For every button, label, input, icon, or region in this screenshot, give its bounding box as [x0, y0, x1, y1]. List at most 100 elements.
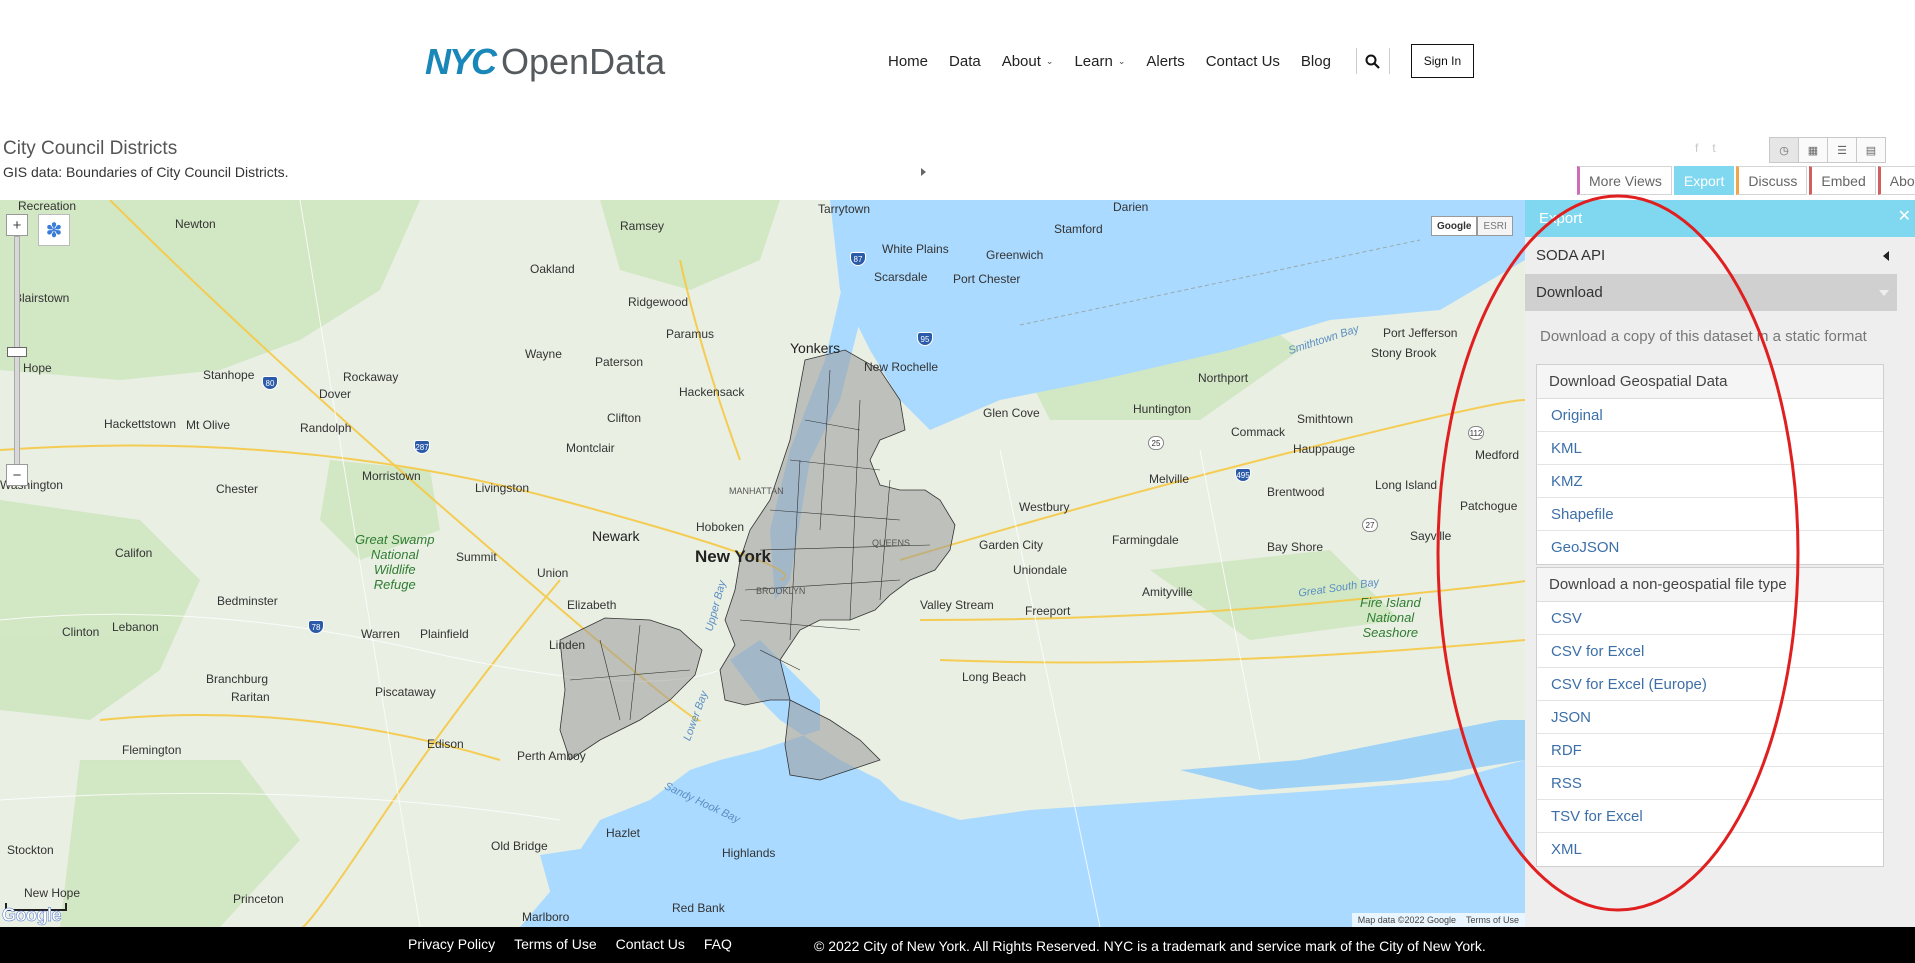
map-label-highlands: Highlands — [722, 846, 776, 860]
map-view[interactable]: Yonkers New Rochelle Newark New York Hob… — [0, 200, 1525, 927]
map-label-chester: Chester — [216, 482, 259, 496]
map-label-flemington: Flemington — [122, 743, 182, 757]
map-label-edison: Edison — [427, 737, 464, 751]
download-json-link[interactable]: JSON — [1537, 701, 1883, 734]
download-geojson-link[interactable]: GeoJSON — [1537, 531, 1883, 564]
map-label-sayville: Sayville — [1410, 529, 1452, 543]
basemap-google-button[interactable]: Google — [1431, 216, 1478, 236]
map-label-northport: Northport — [1198, 371, 1249, 385]
map-label-randolph: Randolph — [300, 421, 352, 435]
map-label-rockaway: Rockaway — [343, 370, 399, 384]
view-mode-switcher: ◷ ▦ ☰ ▤ — [1769, 137, 1886, 163]
street-view-pegman-icon[interactable]: ✽ — [38, 214, 70, 246]
map-label-darien: Darien — [1113, 200, 1149, 214]
footer-contact-link[interactable]: Contact Us — [616, 936, 685, 952]
close-icon[interactable]: ✕ — [1898, 206, 1911, 226]
download-xml-link[interactable]: XML — [1537, 833, 1883, 866]
map-label-lebanon: Lebanon — [112, 620, 159, 634]
map-label-hazlet: Hazlet — [606, 826, 641, 840]
nav-alerts[interactable]: Alerts — [1146, 53, 1184, 70]
download-rss-link[interactable]: RSS — [1537, 767, 1883, 800]
download-shapefile-link[interactable]: Shapefile — [1537, 498, 1883, 531]
map-data-attribution: Map data ©2022 Google — [1357, 915, 1456, 925]
tab-export[interactable]: Export — [1673, 166, 1735, 195]
list-icon[interactable]: ☰ — [1827, 137, 1857, 163]
export-panel-title: Export — [1539, 210, 1583, 227]
google-logo: Google — [2, 905, 62, 926]
map-label-brooklyn: BROOKLYN — [756, 586, 806, 596]
map-label-recreation: Recreation — [18, 200, 77, 213]
map-label-smithtown: Smithtown — [1297, 412, 1354, 426]
zoom-out-button[interactable]: − — [6, 464, 28, 486]
map-label-piscataway: Piscataway — [375, 685, 436, 699]
download-kmz-link[interactable]: KMZ — [1537, 465, 1883, 498]
map-label-elizabeth: Elizabeth — [567, 598, 617, 612]
page-icon[interactable]: ▤ — [1856, 137, 1886, 163]
nongeospatial-heading: Download a non-geospatial file type — [1537, 568, 1883, 602]
footer-faq-link[interactable]: FAQ — [704, 936, 732, 952]
logo-nyc-text: NYC — [425, 41, 497, 82]
basemap-esri-button[interactable]: ESRI — [1477, 216, 1513, 236]
tab-more-views[interactable]: More Views — [1577, 166, 1672, 195]
chevron-down-icon: ⌄ — [1117, 55, 1126, 66]
download-note: Download a copy of this dataset in a sta… — [1540, 328, 1867, 345]
map-label-new-york: New York — [695, 547, 771, 566]
download-original-link[interactable]: Original — [1537, 399, 1883, 432]
dataset-header: City Council Districts GIS data: Boundar… — [0, 125, 1915, 200]
sign-in-button[interactable]: Sign In — [1410, 44, 1474, 78]
footer-terms-link[interactable]: Terms of Use — [514, 936, 596, 952]
site-footer: Privacy Policy Terms of Use Contact Us F… — [0, 927, 1915, 963]
download-csv-link[interactable]: CSV — [1537, 602, 1883, 635]
route-shield-112: 112 — [1468, 426, 1484, 440]
zoom-in-button[interactable]: + — [6, 214, 28, 236]
download-rdf-link[interactable]: RDF — [1537, 734, 1883, 767]
tab-discuss[interactable]: Discuss — [1736, 166, 1808, 195]
export-panel: Export ✕ SODA API Download Download a co… — [1525, 200, 1915, 927]
map-attribution: Map data ©2022 Google Terms of Use — [1351, 913, 1525, 927]
map-label-uniondale: Uniondale — [1013, 563, 1068, 577]
map-label-valley-stream: Valley Stream — [920, 598, 994, 612]
nav-learn[interactable]: Learn ⌄ — [1074, 53, 1125, 70]
map-label-hauppauge: Hauppauge — [1293, 442, 1356, 456]
search-button[interactable] — [1355, 48, 1390, 74]
download-csv-excel-europe-link[interactable]: CSV for Excel (Europe) — [1537, 668, 1883, 701]
nav-blog-label: Blog — [1300, 52, 1331, 70]
nav-contact-us[interactable]: Contact Us — [1206, 53, 1280, 70]
twitter-icon[interactable]: t — [1712, 141, 1715, 155]
download-label: Download — [1536, 284, 1603, 301]
geospatial-download-list: Download Geospatial Data Original KML KM… — [1536, 364, 1884, 565]
nav-data[interactable]: Data — [949, 53, 981, 70]
expand-description-arrow-icon[interactable] — [921, 168, 926, 176]
map-label-stony-brook: Stony Brook — [1371, 346, 1437, 360]
map-label-manhattan: MANHATTAN — [729, 486, 784, 496]
soda-api-section[interactable]: SODA API — [1525, 237, 1897, 274]
footer-privacy-policy-link[interactable]: Privacy Policy — [408, 936, 495, 952]
download-section[interactable]: Download — [1525, 274, 1897, 311]
grid-icon[interactable]: ▦ — [1798, 137, 1828, 163]
download-csv-excel-link[interactable]: CSV for Excel — [1537, 635, 1883, 668]
facebook-icon[interactable]: f — [1695, 141, 1698, 155]
map-label-hackensack: Hackensack — [679, 385, 745, 399]
map-terms-link[interactable]: Terms of Use — [1466, 915, 1519, 925]
tab-about[interactable]: About — [1877, 166, 1915, 195]
download-kml-link[interactable]: KML — [1537, 432, 1883, 465]
map-label-ridgewood: Ridgewood — [628, 295, 689, 309]
nav-blog[interactable]: Blog — [1301, 53, 1331, 70]
map-label-paterson: Paterson — [595, 355, 644, 369]
map-label-brentwood: Brentwood — [1267, 485, 1325, 499]
map-label-summit: Summit — [456, 550, 497, 564]
clock-icon[interactable]: ◷ — [1769, 137, 1799, 163]
collapse-arrow-icon — [1883, 251, 1889, 261]
nav-home[interactable]: Home — [888, 53, 928, 70]
map-label-oakland: Oakland — [530, 262, 575, 276]
map-label-princeton: Princeton — [233, 892, 284, 906]
export-panel-header: Export ✕ — [1525, 200, 1915, 237]
tab-embed[interactable]: Embed — [1809, 166, 1876, 195]
zoom-slider-handle[interactable] — [7, 347, 27, 357]
site-header: NYC OpenData Home Data About ⌄ Learn ⌄ Ale… — [0, 0, 1915, 125]
map-label-yonkers: Yonkers — [790, 340, 841, 356]
map-label-patchogue: Patchogue — [1460, 499, 1518, 513]
nyc-opendata-logo[interactable]: NYC OpenData — [425, 41, 665, 82]
download-tsv-excel-link[interactable]: TSV for Excel — [1537, 800, 1883, 833]
nav-about[interactable]: About ⌄ — [1002, 53, 1054, 70]
